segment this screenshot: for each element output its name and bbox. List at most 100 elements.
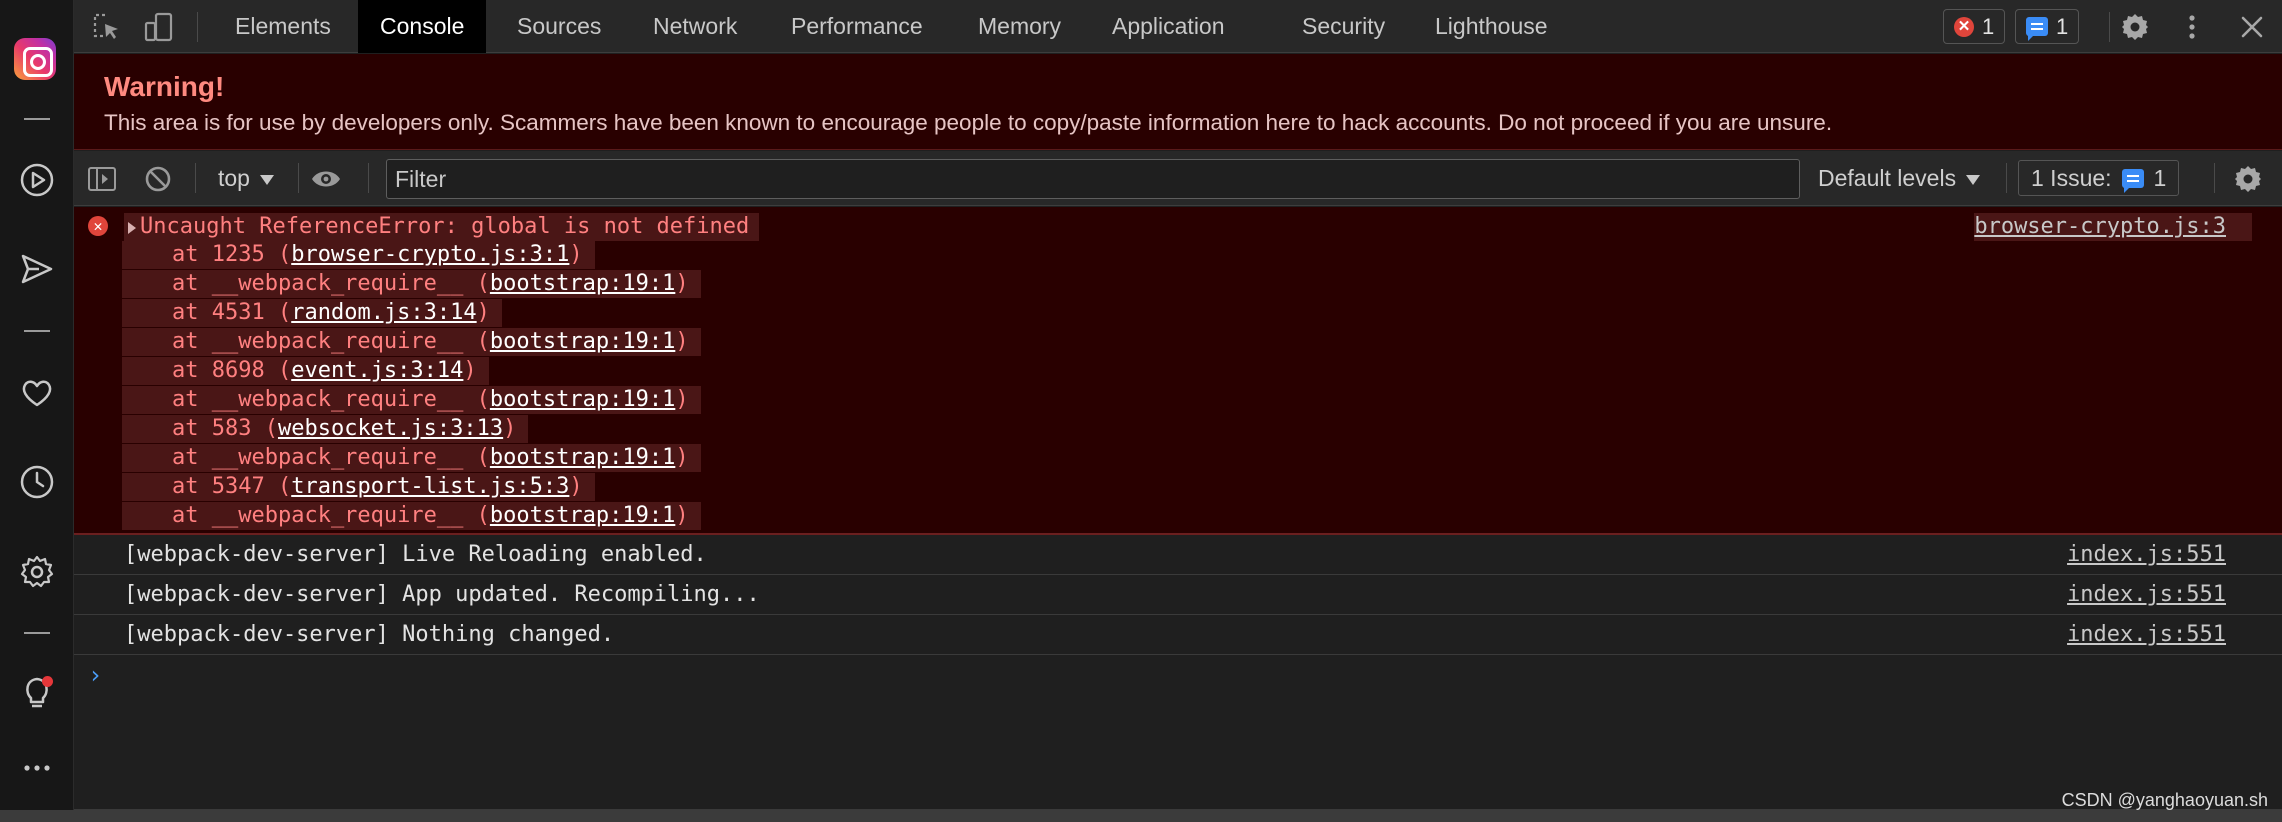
- stack-frame-text: at __webpack_require__ (: [172, 387, 490, 412]
- error-source-link[interactable]: browser-crypto.js:3: [1974, 214, 2226, 239]
- stack-frame-link[interactable]: event.js:3:14: [291, 358, 463, 383]
- message-count: 1: [2056, 13, 2069, 39]
- instagram-icon[interactable]: [14, 38, 56, 80]
- stack-frame: at __webpack_require__ (bootstrap:19:1): [122, 270, 701, 298]
- tab-sources[interactable]: Sources: [495, 0, 623, 53]
- tab-network[interactable]: Network: [631, 0, 759, 53]
- stack-frame-link[interactable]: websocket.js:3:13: [278, 416, 503, 441]
- stack-frame-link[interactable]: bootstrap:19:1: [490, 445, 675, 470]
- rail-divider: [24, 330, 50, 332]
- log-source-link[interactable]: index.js:551: [2067, 622, 2226, 647]
- error-message[interactable]: ✕ Uncaught ReferenceError: global is not…: [74, 207, 2282, 535]
- stack-frame-link[interactable]: transport-list.js:5:3: [291, 474, 569, 499]
- log-source: index.js:551: [2067, 615, 2226, 655]
- prompt-chevron-icon: ›: [88, 661, 103, 689]
- log-source: index.js:551: [2067, 535, 2226, 575]
- log-source-link[interactable]: index.js:551: [2067, 542, 2226, 567]
- expand-triangle-icon[interactable]: [128, 222, 136, 234]
- stack-frame: at __webpack_require__ (bootstrap:19:1): [122, 502, 701, 530]
- stack-frame-text: ): [569, 474, 583, 499]
- inspect-element-icon[interactable]: [92, 12, 122, 42]
- close-icon[interactable]: [2237, 12, 2267, 42]
- log-row[interactable]: [webpack-dev-server] Live Reloading enab…: [74, 535, 2282, 575]
- devtools-panel: Elements Console Sources Network Perform…: [74, 0, 2282, 810]
- message-icon: [2026, 17, 2048, 41]
- divider: [2214, 163, 2215, 193]
- play-icon[interactable]: [13, 156, 61, 204]
- error-count-badge[interactable]: ✕ 1: [1943, 9, 2006, 44]
- log-levels-dropdown[interactable]: Default levels: [1818, 161, 1981, 195]
- chevron-down-icon: [259, 174, 274, 185]
- stack-frame-text: ): [675, 329, 689, 354]
- history-icon[interactable]: [13, 458, 61, 506]
- log-row[interactable]: [webpack-dev-server] App updated. Recomp…: [74, 575, 2282, 615]
- stack-frame-link[interactable]: browser-crypto.js:3:1: [291, 242, 569, 267]
- stack-frame-link[interactable]: bootstrap:19:1: [490, 387, 675, 412]
- error-source-link-wrap: browser-crypto.js:3: [1974, 213, 2252, 241]
- rail-divider: [24, 118, 50, 120]
- console-settings-gear-icon[interactable]: [2232, 163, 2264, 195]
- stack-frame-text: ): [476, 300, 490, 325]
- stack-frame-link[interactable]: bootstrap:19:1: [490, 271, 675, 296]
- stack-frame-text: ): [675, 387, 689, 412]
- stack-frame-text: at 583 (: [172, 416, 278, 441]
- heart-icon[interactable]: [13, 369, 61, 417]
- chevron-down-icon: [1966, 174, 1981, 185]
- stack-frame-text: ): [463, 358, 477, 383]
- divider: [368, 163, 369, 193]
- tab-performance[interactable]: Performance: [769, 0, 945, 53]
- tab-security[interactable]: Security: [1280, 0, 1407, 53]
- stack-frame: at 583 (websocket.js:3:13): [122, 415, 529, 443]
- stack-frame: at 8698 (event.js:3:14): [122, 357, 489, 385]
- error-text[interactable]: Uncaught ReferenceError: global is not d…: [124, 213, 760, 241]
- stack-frame: at __webpack_require__ (bootstrap:19:1): [122, 328, 701, 356]
- stack-frame-link[interactable]: bootstrap:19:1: [490, 329, 675, 354]
- stack-frame: at __webpack_require__ (bootstrap:19:1): [122, 444, 701, 472]
- context-selector[interactable]: top: [218, 161, 274, 195]
- issues-button[interactable]: 1 Issue: 1: [2018, 160, 2180, 196]
- clear-console-icon[interactable]: [142, 163, 174, 195]
- self-xss-warning: Warning! This area is for use by develop…: [74, 54, 2282, 150]
- log-row[interactable]: [webpack-dev-server] Nothing changed. in…: [74, 615, 2282, 655]
- tab-application[interactable]: Application: [1090, 0, 1247, 53]
- divider: [195, 163, 196, 193]
- browser-side-rail: [0, 0, 74, 822]
- levels-label: Default levels: [1818, 165, 1957, 191]
- send-icon[interactable]: [13, 245, 61, 293]
- stack-frame-text: ): [675, 503, 689, 528]
- stack-frame-text: at __webpack_require__ (: [172, 271, 490, 296]
- stack-frame-text: at __webpack_require__ (: [172, 329, 490, 354]
- watermark: CSDN @yanghaoyuan.sh: [2061, 790, 2268, 810]
- live-expression-eye-icon[interactable]: [310, 163, 342, 195]
- console-prompt[interactable]: ›: [74, 655, 2282, 695]
- tab-memory[interactable]: Memory: [956, 0, 1083, 53]
- more-options-icon[interactable]: [2177, 12, 2207, 42]
- log-source: index.js:551: [2067, 575, 2226, 615]
- sidebar-toggle-icon[interactable]: [86, 163, 118, 195]
- console-toolbar: top Default levels 1 Issue: 1: [74, 151, 2282, 206]
- message-count-badge[interactable]: 1: [2015, 9, 2080, 44]
- tab-elements[interactable]: Elements: [213, 0, 353, 53]
- tab-lighthouse[interactable]: Lighthouse: [1413, 0, 1570, 53]
- divider: [2109, 12, 2110, 42]
- error-icon: ✕: [88, 216, 108, 236]
- error-icon: ✕: [1954, 16, 1974, 37]
- log-source-link[interactable]: index.js:551: [2067, 582, 2226, 607]
- divider: [197, 12, 198, 42]
- tab-console[interactable]: Console: [358, 0, 487, 53]
- stack-frame-link[interactable]: random.js:3:14: [291, 300, 476, 325]
- context-label: top: [218, 165, 250, 191]
- lightbulb-icon[interactable]: [13, 668, 61, 716]
- issues-label: 1 Issue:: [2031, 164, 2112, 191]
- stack-frame-text: at 4531 (: [172, 300, 292, 325]
- stack-frame-link[interactable]: bootstrap:19:1: [490, 503, 675, 528]
- stack-frame: at 5347 (transport-list.js:5:3): [122, 473, 595, 501]
- more-icon[interactable]: [13, 744, 61, 792]
- device-toolbar-icon[interactable]: [144, 12, 174, 42]
- divider: [298, 163, 299, 193]
- gear-icon[interactable]: [2120, 12, 2150, 42]
- stack-frame-text: ): [503, 416, 517, 441]
- filter-input[interactable]: [386, 159, 1800, 199]
- log-text: [webpack-dev-server] Live Reloading enab…: [124, 542, 707, 567]
- settings-icon[interactable]: [13, 548, 61, 596]
